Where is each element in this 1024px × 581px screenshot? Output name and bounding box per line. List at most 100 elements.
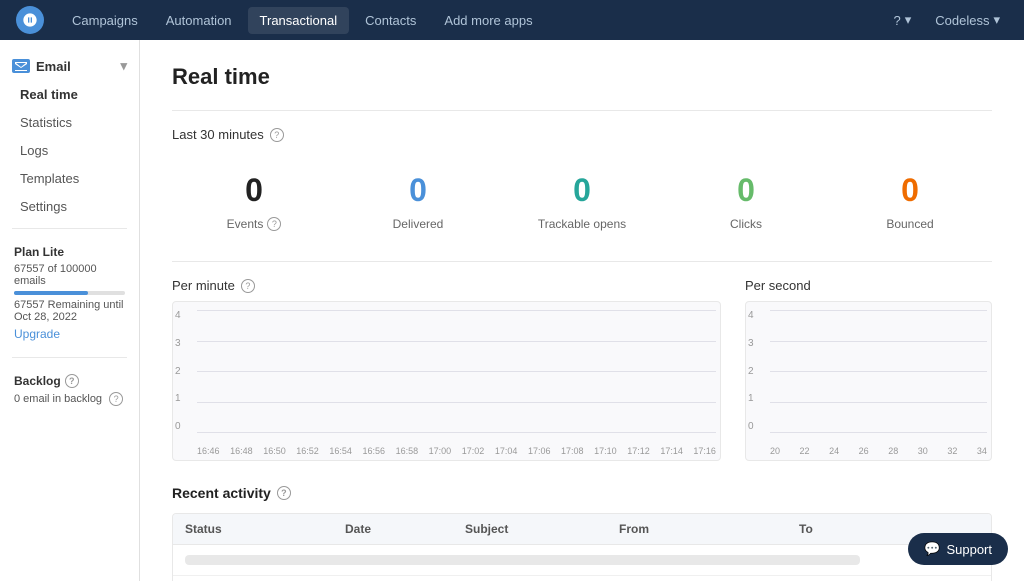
per-second-y-labels: 4 3 2 1 0 — [746, 310, 770, 432]
last30-label: Last 30 minutes — [172, 127, 264, 142]
account-label: Codeless — [935, 13, 989, 28]
backlog-info-icon[interactable]: ? — [65, 374, 79, 388]
help-chevron-icon: ▾ — [905, 12, 912, 28]
grid-line — [770, 310, 987, 311]
plan-emails: 67557 of 100000 emails — [14, 263, 125, 287]
nav-campaigns[interactable]: Campaigns — [60, 7, 150, 34]
grid-line — [197, 341, 716, 342]
per-second-chart: 4 3 2 1 0 — [745, 301, 992, 461]
nav-add-more-apps[interactable]: Add more apps — [432, 7, 544, 34]
logo[interactable] — [16, 6, 44, 34]
col-status-header: Status — [185, 522, 345, 536]
stat-trackable-opens-label: Trackable opens — [500, 217, 664, 231]
stat-delivered-label: Delivered — [336, 217, 500, 231]
activity-table: Status Date Subject From To — [172, 513, 992, 581]
stat-events-value: 0 — [172, 172, 336, 209]
stat-bounced: 0 Bounced — [828, 162, 992, 241]
per-minute-grid — [197, 310, 716, 432]
support-button[interactable]: 💬 Support — [908, 533, 1008, 565]
stat-trackable-opens: 0 Trackable opens — [500, 162, 664, 241]
plan-progress-bg — [14, 291, 125, 295]
support-icon: 💬 — [924, 541, 940, 557]
per-minute-section: Per minute ? 4 3 2 1 0 — [172, 278, 721, 461]
stat-clicks-value: 0 — [664, 172, 828, 209]
sidebar-item-statistics[interactable]: Statistics — [4, 109, 135, 136]
stat-bounced-label: Bounced — [828, 217, 992, 231]
main-layout: Email ▾ Real time Statistics Logs Templa… — [0, 40, 1024, 581]
top-nav: Campaigns Automation Transactional Conta… — [0, 0, 1024, 40]
last30-header: Last 30 minutes ? — [172, 127, 992, 142]
support-label: Support — [946, 542, 992, 557]
sidebar: Email ▾ Real time Statistics Logs Templa… — [0, 40, 140, 581]
help-label: ? — [894, 13, 901, 28]
placeholder-bar — [185, 555, 860, 565]
per-second-section: Per second 4 3 2 1 0 — [745, 278, 992, 461]
col-date-header: Date — [345, 522, 465, 536]
account-button[interactable]: Codeless ▾ — [927, 8, 1008, 32]
grid-line — [197, 371, 716, 372]
sidebar-divider-2 — [12, 357, 127, 358]
col-from-header: From — [619, 522, 799, 536]
page-title: Real time — [172, 64, 992, 90]
plan-upgrade-link[interactable]: Upgrade — [14, 327, 125, 341]
stat-trackable-opens-value: 0 — [500, 172, 664, 209]
charts-row: Per minute ? 4 3 2 1 0 — [172, 278, 992, 461]
sidebar-divider-1 — [12, 228, 127, 229]
section-divider-top — [172, 110, 992, 111]
col-subject-header: Subject — [465, 522, 619, 536]
per-minute-chart-area — [197, 310, 716, 432]
per-minute-chart: 4 3 2 1 0 — [172, 301, 721, 461]
sidebar-email-header[interactable]: Email ▾ — [0, 52, 139, 80]
stat-bounced-value: 0 — [828, 172, 992, 209]
per-minute-info-icon[interactable]: ? — [241, 279, 255, 293]
grid-line — [197, 432, 716, 433]
help-button[interactable]: ? ▾ — [886, 8, 920, 32]
grid-line — [770, 432, 987, 433]
plan-remaining: 67557 Remaining until Oct 28, 2022 — [14, 299, 125, 323]
per-minute-x-labels: 16:46 16:48 16:50 16:52 16:54 16:56 16:5… — [197, 446, 716, 456]
backlog-count: 0 email in backlog ? — [14, 392, 125, 406]
grid-line — [197, 310, 716, 311]
grid-line — [770, 371, 987, 372]
sidebar-email-label: Email — [36, 59, 71, 74]
nav-contacts[interactable]: Contacts — [353, 7, 428, 34]
sidebar-plan: Plan Lite 67557 of 100000 emails 67557 R… — [0, 237, 139, 349]
main-content: Real time Last 30 minutes ? 0 Events ? 0… — [140, 40, 1024, 581]
per-minute-title: Per minute ? — [172, 278, 721, 293]
recent-activity-info-icon[interactable]: ? — [277, 486, 291, 500]
plan-name: Plan Lite — [14, 245, 125, 259]
stat-events-info-icon[interactable]: ? — [267, 217, 281, 231]
sidebar-item-settings[interactable]: Settings — [4, 193, 135, 220]
table-row-placeholder-1 — [173, 545, 991, 576]
sidebar-item-templates[interactable]: Templates — [4, 165, 135, 192]
nav-transactional[interactable]: Transactional — [248, 7, 350, 34]
stat-events: 0 Events ? — [172, 162, 336, 241]
per-minute-y-labels: 4 3 2 1 0 — [173, 310, 197, 432]
grid-line — [770, 341, 987, 342]
last30-info-icon[interactable]: ? — [270, 128, 284, 142]
backlog-count-info-icon[interactable]: ? — [109, 392, 123, 406]
email-icon — [12, 59, 30, 73]
sidebar-backlog: Backlog ? 0 email in backlog ? — [0, 366, 139, 414]
section-divider-mid — [172, 261, 992, 262]
grid-line — [770, 402, 987, 403]
grid-line — [197, 402, 716, 403]
account-chevron-icon: ▾ — [993, 12, 1000, 28]
recent-activity-title: Recent activity ? — [172, 485, 992, 501]
backlog-title-label: Backlog — [14, 374, 61, 388]
stat-clicks-label: Clicks — [664, 217, 828, 231]
stats-row: 0 Events ? 0 Delivered 0 Trackable opens… — [172, 162, 992, 241]
sidebar-email-chevron-icon: ▾ — [120, 58, 127, 74]
per-second-chart-area — [770, 310, 987, 432]
sidebar-item-logs[interactable]: Logs — [4, 137, 135, 164]
sidebar-item-real-time[interactable]: Real time — [4, 81, 135, 108]
nav-automation[interactable]: Automation — [154, 7, 244, 34]
table-row-placeholder-2 — [173, 576, 991, 581]
stat-events-label: Events ? — [172, 217, 336, 231]
stat-delivered: 0 Delivered — [336, 162, 500, 241]
per-second-x-labels: 20 22 24 26 28 30 32 34 — [770, 446, 987, 456]
plan-progress-fill — [14, 291, 88, 295]
stat-clicks: 0 Clicks — [664, 162, 828, 241]
per-second-title: Per second — [745, 278, 992, 293]
stat-delivered-value: 0 — [336, 172, 500, 209]
